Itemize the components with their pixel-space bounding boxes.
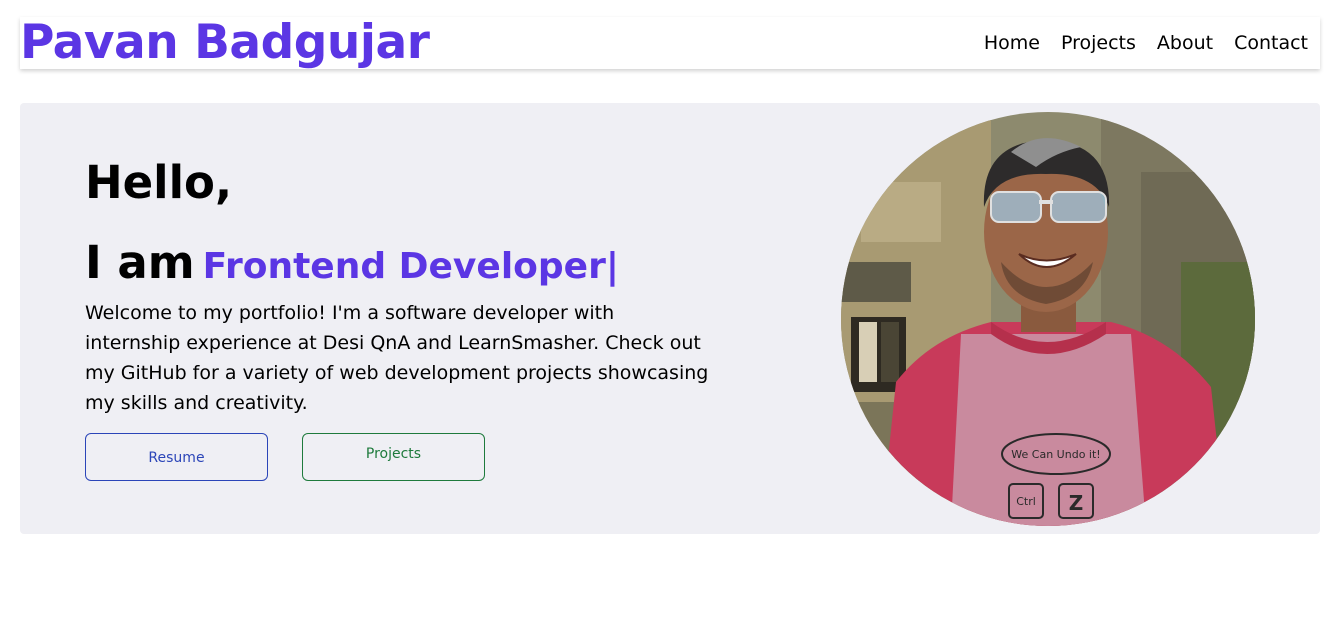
shirt-ctrl-key: Ctrl <box>1016 495 1036 508</box>
nav-link-about[interactable]: About <box>1157 32 1213 54</box>
typing-cursor: | <box>605 246 619 287</box>
hero-typed-role: Frontend Developer <box>202 246 606 287</box>
nav-link-projects[interactable]: Projects <box>1061 32 1136 54</box>
profile-photo: We Can Undo it! Ctrl Z <box>841 112 1255 526</box>
hero-greeting: Hello, <box>85 156 233 209</box>
hero-role-line: I am Frontend Developer| <box>85 231 619 305</box>
nav-link-contact[interactable]: Contact <box>1234 32 1308 54</box>
resume-button[interactable]: Resume <box>85 433 268 481</box>
hero-section: Hello, I am Frontend Developer| Welcome t… <box>20 103 1320 534</box>
hero-iam: I am <box>85 236 195 289</box>
shirt-text: We Can Undo it! <box>1011 448 1100 461</box>
nav-links: Home Projects About Contact <box>984 17 1308 69</box>
brand-logo[interactable]: Pavan Badgujar <box>20 17 430 69</box>
projects-button[interactable]: Projects <box>302 433 485 481</box>
hero-intro-text: Welcome to my portfolio! I'm a software … <box>85 302 709 414</box>
navbar: Pavan Badgujar Home Projects About Conta… <box>20 17 1320 69</box>
shirt-z-key: Z <box>1069 491 1084 515</box>
nav-link-home[interactable]: Home <box>984 32 1040 54</box>
